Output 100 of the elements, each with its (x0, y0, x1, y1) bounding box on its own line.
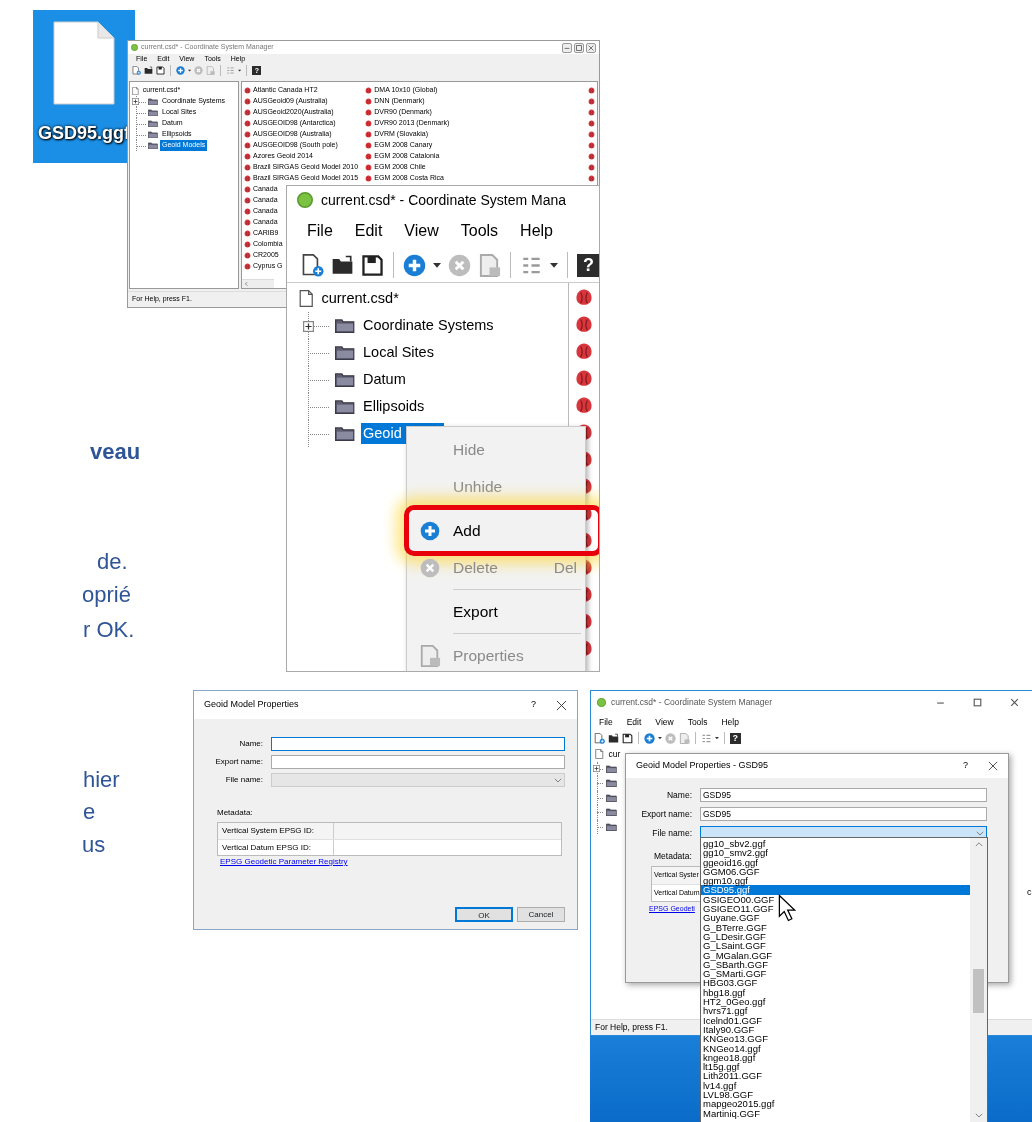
caret-icon[interactable] (238, 68, 242, 73)
save-icon[interactable] (156, 66, 165, 75)
help-button[interactable]: ? (963, 759, 968, 773)
document-icon[interactable] (478, 253, 502, 277)
tree-item[interactable]: Datum (361, 368, 408, 391)
dropdown-option[interactable]: G_LDesir.GGF (701, 931, 970, 942)
add-icon[interactable] (644, 732, 655, 744)
menu-item[interactable]: Help (520, 219, 553, 243)
dropdown-option[interactable]: GSD95.ggf (701, 885, 970, 895)
scrollbar-thumb[interactable] (973, 969, 984, 1013)
dropdown-option[interactable]: HT2_0Geo.ggf (701, 997, 970, 1007)
geoid-icon (588, 109, 595, 116)
tree-item[interactable]: Local Sites (361, 341, 436, 364)
menu-item[interactable]: Tools (687, 715, 708, 729)
folder-icon (148, 119, 158, 128)
dropdown-option[interactable]: KNGeo14.ggf (701, 1043, 970, 1053)
close-icon[interactable] (1009, 696, 1020, 708)
caret-icon[interactable] (550, 260, 559, 269)
help-button[interactable]: ? (729, 732, 741, 744)
menu-item[interactable]: File (307, 219, 333, 243)
dropdown-option[interactable]: G_SMarti.GGF (701, 969, 970, 979)
dropdown-option[interactable]: G_SBarth.GGF (701, 959, 970, 970)
help-button[interactable]: ? (577, 253, 599, 277)
section-label: Metadata: (654, 850, 692, 863)
menu-item[interactable]: File (599, 715, 613, 729)
help-button[interactable]: ? (531, 698, 536, 712)
folder-icon[interactable] (144, 66, 153, 75)
expand-icon[interactable] (303, 320, 314, 332)
dropdown-option[interactable]: GSIGEO11.GGF (701, 904, 970, 914)
dropdown-option[interactable]: hvrs71.ggf (701, 1006, 970, 1016)
input-field[interactable] (271, 737, 565, 751)
menu-item[interactable]: Export (407, 593, 585, 630)
save-icon[interactable] (622, 732, 633, 744)
chevron-down-icon[interactable] (974, 1113, 983, 1118)
add-icon[interactable] (403, 253, 426, 277)
menu-item[interactable]: View (655, 715, 674, 729)
maximize-icon[interactable] (972, 696, 983, 708)
caret-icon[interactable] (433, 260, 442, 269)
menu-item[interactable]: Add (407, 512, 585, 549)
registry-link[interactable]: EPSG Geodetic Parameter Registry (220, 857, 348, 866)
geoid-icon (588, 142, 595, 149)
caret-icon[interactable] (658, 736, 662, 740)
tree-item[interactable]: Ellipsoids (361, 395, 427, 418)
chevron-up-icon[interactable] (974, 842, 983, 847)
close-icon[interactable] (556, 699, 567, 711)
dropdown-option[interactable]: ggm10.ggf (701, 876, 970, 886)
tree-item[interactable]: cur (606, 747, 623, 761)
dropdown-option[interactable]: Icelnd01.GGF (701, 1015, 970, 1025)
caret-icon[interactable] (714, 736, 719, 740)
save-icon[interactable] (361, 253, 384, 277)
menu-item[interactable]: Tools (460, 219, 499, 243)
app-icon (297, 192, 313, 208)
menu-item[interactable]: Help (721, 715, 739, 729)
dropdown-option[interactable]: Lith2011.GGF (701, 1071, 970, 1081)
chevron-down-icon[interactable] (976, 830, 984, 836)
folder-icon[interactable] (608, 732, 619, 744)
scrollbar[interactable] (970, 838, 987, 1122)
new-file-icon[interactable] (594, 732, 605, 744)
add-icon[interactable] (176, 66, 185, 75)
dropdown-option[interactable]: GSIGEO00.GGF (701, 894, 970, 905)
expand-icon[interactable] (132, 98, 139, 105)
close-icon[interactable] (988, 761, 998, 771)
dropdown-option[interactable]: G_BTerre.GGF (701, 922, 970, 932)
dropdown-option[interactable]: lv14.ggf (701, 1080, 970, 1090)
caret-icon[interactable] (188, 68, 192, 73)
dropdown-option[interactable]: KNGeo13.GGF (701, 1034, 970, 1044)
menu-item[interactable]: View (404, 219, 439, 243)
tree-item[interactable]: current.csd* (319, 287, 401, 310)
dropdown-option[interactable]: gg10_sbv2.ggf (701, 839, 970, 849)
input-field[interactable] (271, 755, 565, 769)
input-field[interactable]: GSD95 (700, 807, 987, 821)
maximize-icon[interactable] (574, 42, 584, 53)
dialog-button[interactable]: OK (455, 907, 513, 922)
menu-item[interactable]: Edit (626, 715, 642, 729)
close-icon[interactable] (586, 42, 596, 53)
scrollbar[interactable] (242, 279, 274, 288)
dropdown-option[interactable]: GGM06.GGF (701, 866, 970, 877)
menu-item[interactable]: Edit (354, 219, 383, 243)
dropdown-option[interactable]: LVL98.GGF (701, 1090, 970, 1100)
dropdown-option[interactable]: Italy90.GGF (701, 1024, 970, 1035)
new-file-icon[interactable] (301, 253, 324, 277)
slide-text: us (82, 833, 106, 857)
geoid-icon (365, 120, 373, 127)
input-field[interactable]: GSD95 (700, 788, 987, 802)
expand-icon[interactable] (593, 765, 600, 773)
minimize-icon[interactable] (562, 42, 572, 53)
dialog-button[interactable]: Cancel (517, 907, 565, 922)
geoid-icon (365, 98, 373, 105)
dropdown-option[interactable]: G_LSaint.GGF (701, 941, 970, 951)
folder-icon[interactable] (331, 253, 354, 277)
dropdown-option[interactable]: lt15g.ggf (701, 1062, 970, 1072)
folder-icon (606, 779, 617, 788)
dropdown-option[interactable]: Guyane.GGF (701, 913, 970, 923)
tree-item[interactable]: Coordinate Systems (361, 314, 496, 337)
dropdown-option[interactable]: ggeoid16.ggf (701, 857, 970, 867)
dropdown-option[interactable]: gg10_smv2.ggf (701, 848, 970, 858)
dropdown-option[interactable]: hbg18.ggf (701, 987, 970, 998)
dropdown-option[interactable]: mapgeo2015.ggf (701, 1099, 970, 1109)
dropdown-option[interactable]: Martiniq.GGF (701, 1108, 970, 1118)
geoid-icon (365, 131, 373, 138)
